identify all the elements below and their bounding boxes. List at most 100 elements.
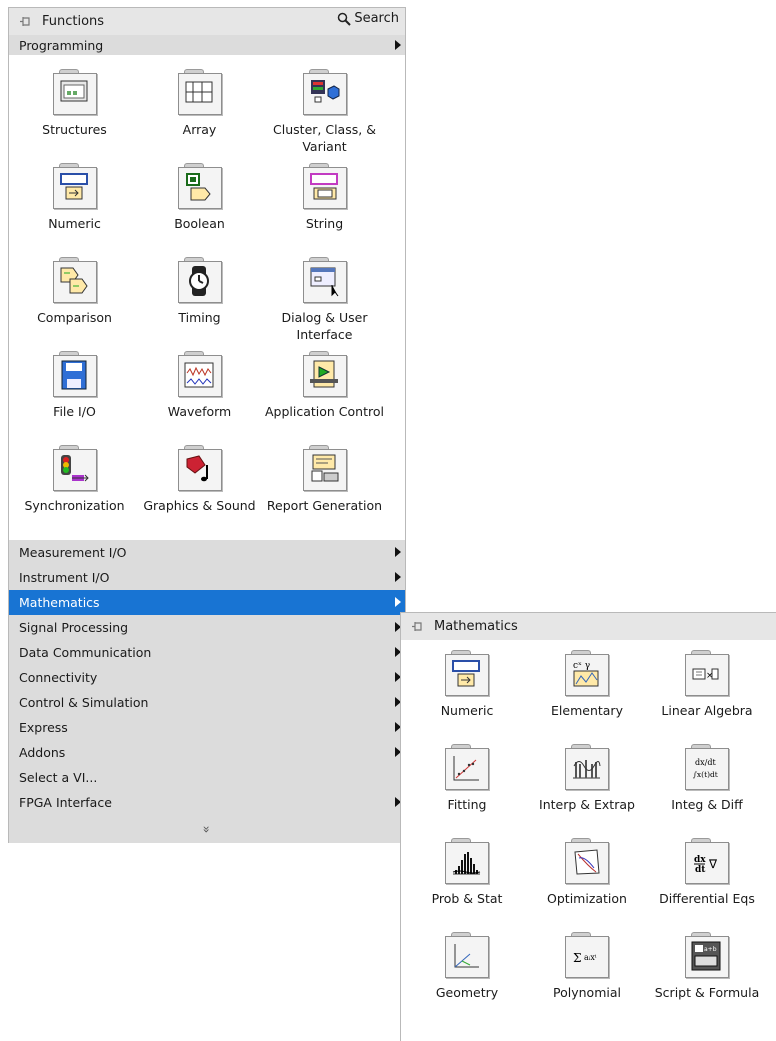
category-addons[interactable]: Addons bbox=[9, 740, 405, 765]
category-fpga-interface[interactable]: FPGA Interface bbox=[9, 790, 405, 815]
programming-item[interactable]: Timing bbox=[137, 257, 262, 351]
mathematics-item[interactable]: cˣ γ Elementary bbox=[527, 650, 647, 744]
search-label: Search bbox=[354, 11, 399, 26]
pin-icon[interactable] bbox=[411, 620, 424, 633]
numeric-icon bbox=[445, 650, 489, 696]
programming-item[interactable]: Comparison bbox=[12, 257, 137, 351]
boolean-icon bbox=[177, 163, 222, 209]
graphics-sound-icon bbox=[177, 445, 222, 491]
more-button[interactable]: » bbox=[9, 815, 405, 843]
mathematics-item-label: Polynomial bbox=[553, 985, 621, 1000]
mathematics-item-label: Prob & Stat bbox=[431, 891, 503, 906]
programming-item-label: Structures bbox=[42, 122, 107, 137]
structures-icon bbox=[52, 69, 97, 115]
category-label: Programming bbox=[19, 37, 104, 53]
search-icon bbox=[338, 12, 352, 26]
category-label: Instrument I/O bbox=[19, 570, 110, 585]
category-label: Express bbox=[19, 720, 68, 735]
submenu-arrow-icon bbox=[395, 572, 401, 582]
programming-item-label: Timing bbox=[178, 310, 221, 325]
programming-item-label: Numeric bbox=[48, 216, 101, 231]
category-data-communication[interactable]: Data Communication bbox=[9, 640, 405, 665]
programming-item[interactable]: File I/O bbox=[12, 351, 137, 445]
functions-palette: Functions Search Programming Structures A… bbox=[8, 7, 406, 843]
category-label: Addons bbox=[19, 745, 66, 760]
script-formula-icon: a+b bbox=[685, 932, 729, 978]
programming-item-label: Synchronization bbox=[24, 498, 125, 513]
mathematics-item[interactable]: Geometry bbox=[407, 932, 527, 1026]
array-icon bbox=[177, 69, 222, 115]
mathematics-item[interactable]: Prob & Stat bbox=[407, 838, 527, 932]
differential-icon: dx dt ∇ bbox=[685, 838, 729, 884]
mathematics-item[interactable]: dx/dt ∫x(t)dt Integ & Diff bbox=[647, 744, 767, 838]
mathematics-item-label: Script & Formula bbox=[654, 985, 760, 1000]
fitting-icon bbox=[445, 744, 489, 790]
mathematics-item[interactable]: Numeric bbox=[407, 650, 527, 744]
string-icon bbox=[302, 163, 347, 209]
programming-item-label: Comparison bbox=[37, 310, 112, 325]
search-button[interactable]: Search bbox=[337, 11, 399, 26]
svg-text:∫x(t)dt: ∫x(t)dt bbox=[692, 770, 718, 779]
category-programming[interactable]: Programming bbox=[9, 35, 405, 55]
report-icon bbox=[302, 445, 347, 491]
svg-text:∇: ∇ bbox=[708, 857, 718, 871]
mathematics-item[interactable]: Σaᵢxⁱ Polynomial bbox=[527, 932, 647, 1026]
file-io-icon bbox=[52, 351, 97, 397]
svg-text:aᵢxⁱ: aᵢxⁱ bbox=[584, 953, 597, 962]
pin-icon[interactable] bbox=[19, 15, 32, 28]
mathematics-item-label: Fitting bbox=[447, 797, 487, 812]
programming-item[interactable]: Structures bbox=[12, 69, 137, 163]
svg-text:dt: dt bbox=[695, 865, 706, 875]
category-instrument-i-o[interactable]: Instrument I/O bbox=[9, 565, 405, 590]
submenu-arrow-icon bbox=[395, 40, 401, 50]
category-measurement-i-o[interactable]: Measurement I/O bbox=[9, 540, 405, 565]
elementary-icon: cˣ γ bbox=[565, 650, 609, 696]
svg-text:Σ: Σ bbox=[573, 951, 581, 965]
programming-item-label: Dialog & User Interface bbox=[281, 310, 368, 342]
programming-item[interactable]: Report Generation bbox=[262, 445, 387, 539]
category-select-a-vi[interactable]: Select a VI... bbox=[9, 765, 405, 790]
category-control-simulation[interactable]: Control & Simulation bbox=[9, 690, 405, 715]
programming-item[interactable]: Array bbox=[137, 69, 262, 163]
programming-item[interactable]: Numeric bbox=[12, 163, 137, 257]
mathematics-item-label: Interp & Extrap bbox=[539, 797, 635, 812]
svg-text:dx/dt: dx/dt bbox=[695, 758, 716, 767]
programming-item[interactable]: Synchronization bbox=[12, 445, 137, 539]
programming-item-label: Cluster, Class, & Variant bbox=[273, 122, 376, 154]
category-label: FPGA Interface bbox=[19, 795, 112, 810]
programming-item-label: Report Generation bbox=[266, 498, 383, 513]
mathematics-item[interactable]: dx dt ∇ Differential Eqs bbox=[647, 838, 767, 932]
palette-title: Mathematics bbox=[434, 619, 518, 634]
category-label: Signal Processing bbox=[19, 620, 129, 635]
mathematics-item-label: Numeric bbox=[440, 703, 494, 718]
category-connectivity[interactable]: Connectivity bbox=[9, 665, 405, 690]
category-signal-processing[interactable]: Signal Processing bbox=[9, 615, 405, 640]
programming-item[interactable]: Waveform bbox=[137, 351, 262, 445]
programming-item[interactable]: Graphics & Sound bbox=[137, 445, 262, 539]
mathematics-item-label: Linear Algebra bbox=[661, 703, 753, 718]
prob-stat-icon bbox=[445, 838, 489, 884]
programming-item[interactable]: Application Control bbox=[262, 351, 387, 445]
category-label: Measurement I/O bbox=[19, 545, 127, 560]
mathematics-item[interactable]: Interp & Extrap bbox=[527, 744, 647, 838]
palette-title: Functions bbox=[42, 14, 105, 29]
programming-item[interactable]: Boolean bbox=[137, 163, 262, 257]
mathematics-item[interactable]: Optimization bbox=[527, 838, 647, 932]
mathematics-palette: Mathematics Numeric cˣ γ Elementary × Linear… bbox=[400, 612, 776, 1041]
mathematics-item[interactable]: Fitting bbox=[407, 744, 527, 838]
functions-titlebar[interactable]: Functions Search bbox=[9, 8, 405, 35]
optimization-icon bbox=[565, 838, 609, 884]
integ-diff-icon: dx/dt ∫x(t)dt bbox=[685, 744, 729, 790]
mathematics-titlebar[interactable]: Mathematics bbox=[401, 613, 776, 640]
programming-item[interactable]: Cluster, Class, & Variant bbox=[262, 69, 387, 163]
synchronization-icon bbox=[52, 445, 97, 491]
submenu-arrow-icon bbox=[395, 547, 401, 557]
app-control-icon bbox=[302, 351, 347, 397]
programming-item[interactable]: String bbox=[262, 163, 387, 257]
programming-item-label: Boolean bbox=[174, 216, 225, 231]
mathematics-item[interactable]: × Linear Algebra bbox=[647, 650, 767, 744]
category-express[interactable]: Express bbox=[9, 715, 405, 740]
programming-item[interactable]: Dialog & User Interface bbox=[262, 257, 387, 351]
category-mathematics[interactable]: Mathematics bbox=[9, 590, 405, 615]
mathematics-item[interactable]: a+b Script & Formula bbox=[647, 932, 767, 1026]
